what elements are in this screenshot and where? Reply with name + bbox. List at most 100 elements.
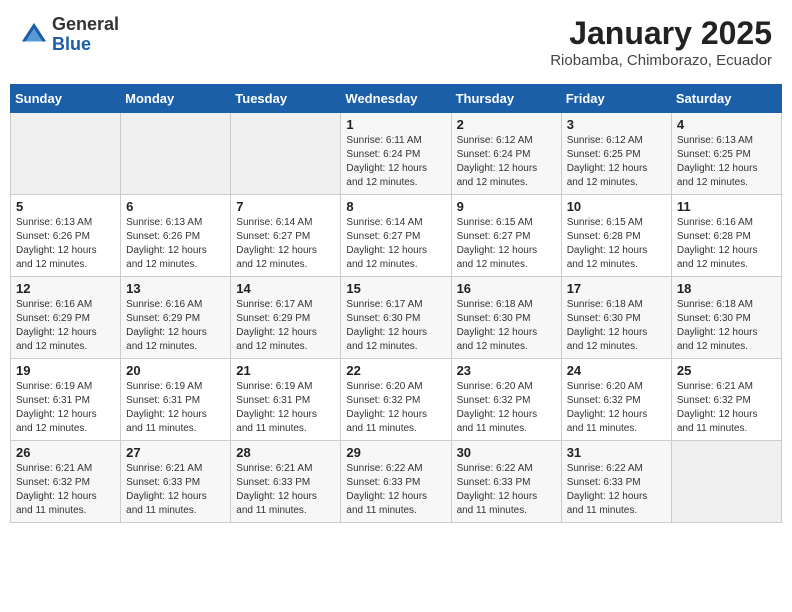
calendar-week-row: 5 Sunrise: 6:13 AMSunset: 6:26 PMDaylight…: [11, 195, 782, 277]
calendar-cell: 19Sunrise: 6:19 AMSunset: 6:31 PMDayligh…: [11, 359, 121, 441]
day-info: Sunrise: 6:12 AMSunset: 6:24 PMDaylight:…: [457, 134, 556, 190]
day-number: 16: [457, 281, 556, 296]
day-info: Sunrise: 6:17 AMSunset: 6:30 PMDaylight:…: [346, 298, 445, 354]
day-info: Sunrise: 6:20 AMSunset: 6:32 PMDaylight:…: [346, 380, 445, 436]
calendar-cell: 11 Sunrise: 6:16 AMSunset: 6:28 PMDayligh…: [671, 195, 781, 277]
page-header: General Blue January 2025 Riobamba, Chim…: [10, 10, 782, 74]
calendar-cell: 27 Sunrise: 6:21 AMSunset: 6:33 PMDayligh…: [121, 441, 231, 523]
day-number: 23: [457, 363, 556, 378]
calendar-cell: [11, 113, 121, 195]
day-number: 30: [457, 445, 556, 460]
day-number: 29: [346, 445, 445, 460]
calendar-cell: 18Sunrise: 6:18 AMSunset: 6:30 PMDayligh…: [671, 277, 781, 359]
calendar-cell: 1Sunrise: 6:11 AMSunset: 6:24 PMDaylight…: [341, 113, 451, 195]
calendar-cell: [671, 441, 781, 523]
calendar-week-row: 19 Sunrise: 6:19 AMSunset: 6:31 PMDayligh…: [11, 359, 782, 441]
calendar-cell: 10 Sunrise: 6:15 AMSunset: 6:28 PMDayligh…: [561, 195, 671, 277]
day-number: 8: [346, 199, 445, 214]
day-info: Sunrise: 6:21 AMSunset: 6:32 PMDaylight:…: [16, 462, 115, 518]
calendar-cell: 8Sunrise: 6:14 AMSunset: 6:27 PMDaylight…: [341, 195, 451, 277]
calendar-cell: 20Sunrise: 6:19 AMSunset: 6:31 PMDayligh…: [121, 359, 231, 441]
calendar-cell: [121, 113, 231, 195]
logo-blue: Blue: [52, 34, 91, 54]
day-number: 7: [236, 199, 335, 214]
weekday-header: Friday: [561, 85, 671, 113]
day-number: 27: [126, 445, 225, 460]
calendar-cell: 21 Sunrise: 6:19 AMSunset: 6:31 PMDayligh…: [231, 359, 341, 441]
day-info: Sunrise: 6:12 AMSunset: 6:25 PMDaylight:…: [567, 134, 666, 190]
day-info: Sunrise: 6:13 AMSunset: 6:25 PMDaylight:…: [677, 134, 776, 190]
day-info: Sunrise: 6:20 AMSunset: 6:32 PMDaylight:…: [567, 380, 666, 436]
day-number: 5: [16, 199, 115, 214]
calendar-cell: 26 Sunrise: 6:21 AMSunset: 6:32 PMDayligh…: [11, 441, 121, 523]
day-info: Sunrise: 6:18 AMSunset: 6:30 PMDaylight:…: [677, 298, 776, 354]
calendar-cell: 5 Sunrise: 6:13 AMSunset: 6:26 PMDaylight…: [11, 195, 121, 277]
day-info: Sunrise: 6:13 AMSunset: 6:26 PMDaylight:…: [126, 216, 225, 272]
logo-text: General Blue: [52, 15, 119, 55]
day-number: 10: [567, 199, 666, 214]
day-number: 1: [346, 117, 445, 132]
calendar-subtitle: Riobamba, Chimborazo, Ecuador: [550, 52, 772, 69]
calendar-cell: 30Sunrise: 6:22 AMSunset: 6:33 PMDayligh…: [451, 441, 561, 523]
day-info: Sunrise: 6:16 AMSunset: 6:28 PMDaylight:…: [677, 216, 776, 272]
day-number: 20: [126, 363, 225, 378]
day-info: Sunrise: 6:15 AMSunset: 6:28 PMDaylight:…: [567, 216, 666, 272]
weekday-header: Tuesday: [231, 85, 341, 113]
calendar-cell: 9Sunrise: 6:15 AMSunset: 6:27 PMDaylight…: [451, 195, 561, 277]
day-info: Sunrise: 6:14 AMSunset: 6:27 PMDaylight:…: [236, 216, 335, 272]
calendar-cell: 15Sunrise: 6:17 AMSunset: 6:30 PMDayligh…: [341, 277, 451, 359]
calendar-cell: 24Sunrise: 6:20 AMSunset: 6:32 PMDayligh…: [561, 359, 671, 441]
weekday-header: Thursday: [451, 85, 561, 113]
day-info: Sunrise: 6:22 AMSunset: 6:33 PMDaylight:…: [567, 462, 666, 518]
day-number: 12: [16, 281, 115, 296]
day-info: Sunrise: 6:18 AMSunset: 6:30 PMDaylight:…: [567, 298, 666, 354]
calendar-week-row: 26 Sunrise: 6:21 AMSunset: 6:32 PMDayligh…: [11, 441, 782, 523]
day-info: Sunrise: 6:21 AMSunset: 6:32 PMDaylight:…: [677, 380, 776, 436]
weekday-header: Wednesday: [341, 85, 451, 113]
day-number: 17: [567, 281, 666, 296]
calendar-cell: 22 Sunrise: 6:20 AMSunset: 6:32 PMDayligh…: [341, 359, 451, 441]
day-number: 26: [16, 445, 115, 460]
logo-general: General: [52, 14, 119, 34]
day-info: Sunrise: 6:16 AMSunset: 6:29 PMDaylight:…: [126, 298, 225, 354]
calendar-table: SundayMondayTuesdayWednesdayThursdayFrid…: [10, 84, 782, 523]
day-number: 3: [567, 117, 666, 132]
day-number: 4: [677, 117, 776, 132]
calendar-week-row: 12 Sunrise: 6:16 AMSunset: 6:29 PMDayligh…: [11, 277, 782, 359]
day-number: 11: [677, 199, 776, 214]
day-info: Sunrise: 6:22 AMSunset: 6:33 PMDaylight:…: [346, 462, 445, 518]
day-info: Sunrise: 6:16 AMSunset: 6:29 PMDaylight:…: [16, 298, 115, 354]
title-block: January 2025 Riobamba, Chimborazo, Ecuad…: [550, 15, 772, 69]
calendar-cell: 28Sunrise: 6:21 AMSunset: 6:33 PMDayligh…: [231, 441, 341, 523]
calendar-cell: 31 Sunrise: 6:22 AMSunset: 6:33 PMDayligh…: [561, 441, 671, 523]
weekday-header-row: SundayMondayTuesdayWednesdayThursdayFrid…: [11, 85, 782, 113]
calendar-cell: 29 Sunrise: 6:22 AMSunset: 6:33 PMDayligh…: [341, 441, 451, 523]
calendar-cell: 12 Sunrise: 6:16 AMSunset: 6:29 PMDayligh…: [11, 277, 121, 359]
logo-icon: [20, 21, 48, 49]
day-number: 31: [567, 445, 666, 460]
calendar-cell: 13 Sunrise: 6:16 AMSunset: 6:29 PMDayligh…: [121, 277, 231, 359]
calendar-cell: 23 Sunrise: 6:20 AMSunset: 6:32 PMDayligh…: [451, 359, 561, 441]
day-number: 28: [236, 445, 335, 460]
calendar-cell: 25Sunrise: 6:21 AMSunset: 6:32 PMDayligh…: [671, 359, 781, 441]
day-info: Sunrise: 6:20 AMSunset: 6:32 PMDaylight:…: [457, 380, 556, 436]
day-info: Sunrise: 6:19 AMSunset: 6:31 PMDaylight:…: [236, 380, 335, 436]
calendar-cell: 3 Sunrise: 6:12 AMSunset: 6:25 PMDaylight…: [561, 113, 671, 195]
calendar-title: January 2025: [550, 15, 772, 52]
calendar-cell: 4 Sunrise: 6:13 AMSunset: 6:25 PMDaylight…: [671, 113, 781, 195]
weekday-header: Monday: [121, 85, 231, 113]
day-info: Sunrise: 6:21 AMSunset: 6:33 PMDaylight:…: [126, 462, 225, 518]
day-number: 14: [236, 281, 335, 296]
day-number: 19: [16, 363, 115, 378]
day-info: Sunrise: 6:15 AMSunset: 6:27 PMDaylight:…: [457, 216, 556, 272]
calendar-cell: 6Sunrise: 6:13 AMSunset: 6:26 PMDaylight…: [121, 195, 231, 277]
day-number: 2: [457, 117, 556, 132]
day-info: Sunrise: 6:13 AMSunset: 6:26 PMDaylight:…: [16, 216, 115, 272]
calendar-cell: 2 Sunrise: 6:12 AMSunset: 6:24 PMDaylight…: [451, 113, 561, 195]
weekday-header: Sunday: [11, 85, 121, 113]
day-number: 22: [346, 363, 445, 378]
day-number: 13: [126, 281, 225, 296]
day-number: 21: [236, 363, 335, 378]
weekday-header: Saturday: [671, 85, 781, 113]
calendar-cell: 14Sunrise: 6:17 AMSunset: 6:29 PMDayligh…: [231, 277, 341, 359]
